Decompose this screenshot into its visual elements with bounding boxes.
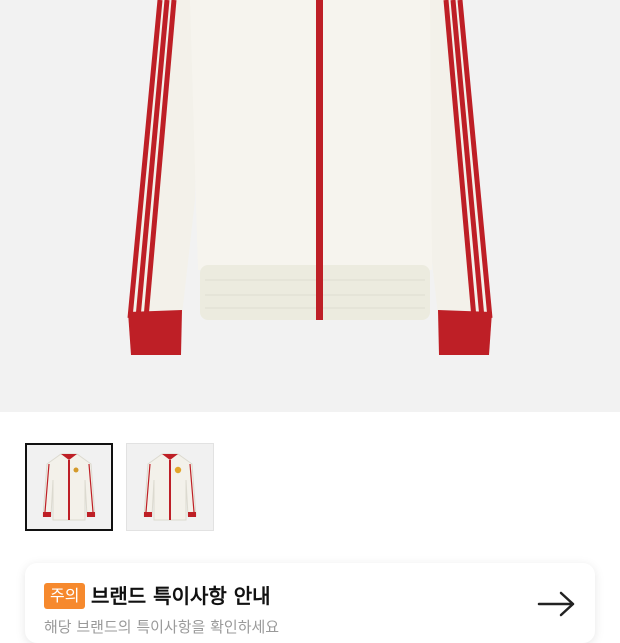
right-cuff	[438, 310, 492, 355]
brand-notice-card[interactable]: 주의 브랜드 특이사항 안내 해당 브랜드의 특이사항을 확인하세요	[25, 563, 595, 643]
notice-title: 브랜드 특이사항 안내	[91, 584, 271, 608]
product-image	[0, 0, 620, 412]
jacket-illustration	[127, 0, 493, 355]
thumbnail-1[interactable]	[25, 443, 113, 531]
thumbnail-strip	[25, 443, 214, 531]
jacket-body	[190, 0, 432, 270]
thumbnail-2[interactable]	[126, 443, 214, 531]
left-cuff	[128, 310, 182, 355]
warning-badge: 주의	[44, 583, 86, 609]
thumbnail-jacket-icon	[42, 453, 96, 521]
notice-subtitle: 해당 브랜드의 특이사항을 확인하세요	[44, 618, 280, 636]
waistband	[200, 265, 430, 320]
zipper-trim	[316, 0, 323, 320]
thumbnail-jacket-icon	[143, 453, 197, 521]
arrow-right-icon[interactable]	[537, 591, 577, 617]
